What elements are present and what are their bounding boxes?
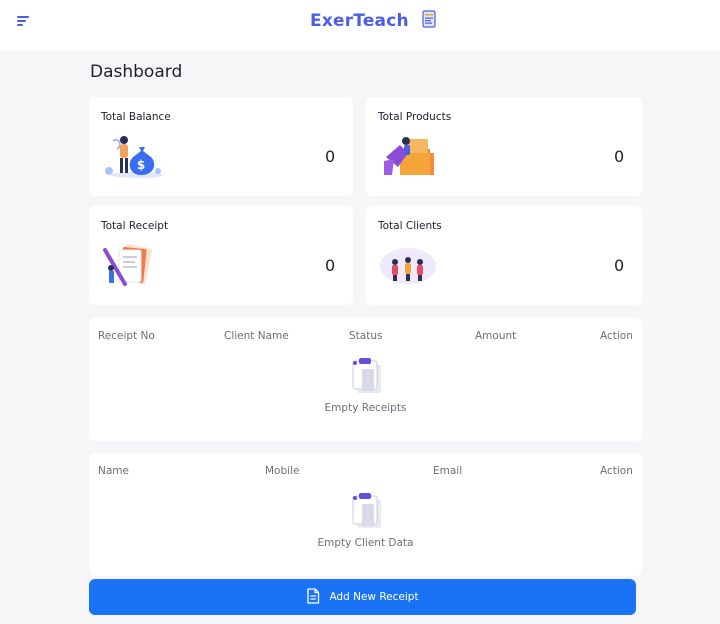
menu-icon[interactable] [15, 13, 33, 29]
column-header-status[interactable]: Status [349, 330, 382, 342]
empty-receipts-text: Empty Receipts [324, 402, 407, 414]
page-title: Dashboard [90, 62, 183, 82]
svg-text:$: $ [137, 158, 145, 172]
receipt-pencil-illustration [101, 240, 163, 290]
stat-label: Total Products [378, 111, 452, 123]
column-header-client-name[interactable]: Client Name [224, 330, 289, 342]
column-header-action[interactable]: Action [600, 330, 633, 342]
empty-clients-text: Empty Client Data [317, 537, 414, 549]
brand: ExerTeach [310, 7, 437, 35]
clipboard-icon [349, 357, 385, 395]
stat-value: 0 [614, 147, 625, 166]
app-title: ExerTeach [310, 11, 409, 31]
document-icon [306, 587, 320, 607]
stat-card-total-receipt[interactable]: Total Receipt 0 [89, 206, 353, 305]
stat-label: Total Receipt [101, 220, 169, 232]
clipboard-icon [349, 492, 385, 530]
stat-value: 0 [325, 256, 336, 275]
add-new-receipt-label: Add New Receipt [329, 591, 419, 603]
clients-table: Name Mobile Email Action Empty Client Da… [89, 453, 642, 576]
clients-group-illustration [378, 240, 440, 290]
stat-card-total-products[interactable]: Total Products 0 [366, 97, 642, 196]
column-header-action[interactable]: Action [600, 465, 633, 477]
column-header-amount[interactable]: Amount [475, 330, 516, 342]
receipt-logo-icon [421, 9, 437, 33]
stat-value: 0 [325, 147, 336, 166]
stat-card-total-clients[interactable]: Total Clients 0 [366, 206, 642, 305]
add-new-receipt-button[interactable]: Add New Receipt [89, 579, 636, 615]
column-header-mobile[interactable]: Mobile [265, 465, 299, 477]
column-header-email[interactable]: Email [433, 465, 462, 477]
stat-value: 0 [614, 256, 625, 275]
column-header-receipt-no[interactable]: Receipt No [98, 330, 155, 342]
top-bar: ExerTeach [0, 0, 720, 50]
receipts-table: Receipt No Client Name Status Amount Act… [89, 318, 642, 441]
column-header-name[interactable]: Name [98, 465, 129, 477]
stat-label: Total Balance [101, 111, 171, 123]
product-boxes-illustration [378, 131, 440, 181]
stat-card-total-balance[interactable]: Total Balance $ 0 [89, 97, 353, 196]
money-bag-illustration: $ [101, 131, 163, 181]
stat-label: Total Clients [378, 220, 442, 232]
